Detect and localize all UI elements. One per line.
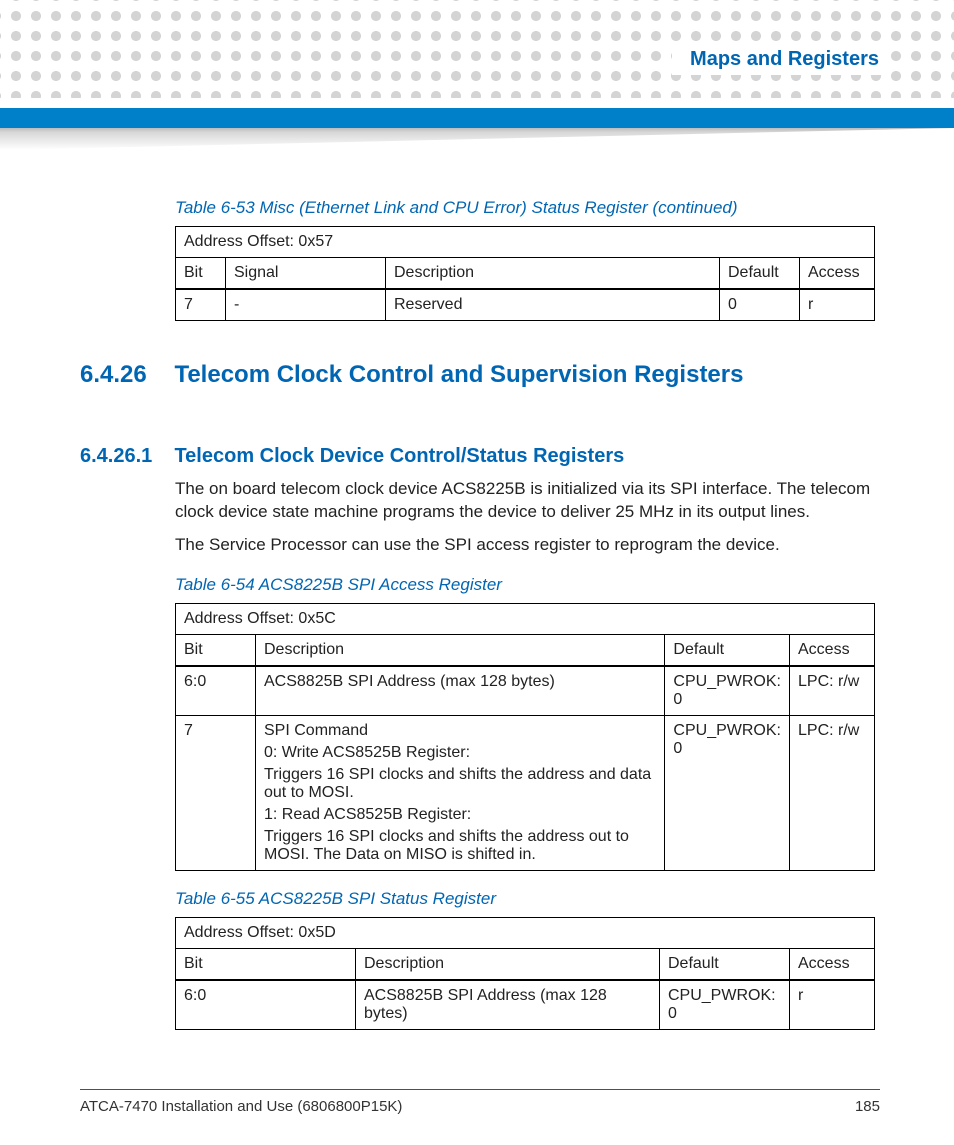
col-default: Default bbox=[665, 634, 790, 666]
col-desc: Description bbox=[356, 948, 660, 980]
table-53-offset: Address Offset: 0x57 bbox=[176, 227, 875, 258]
table-row: 6:0 ACS8825B SPI Address (max 128 bytes)… bbox=[176, 980, 875, 1030]
col-signal: Signal bbox=[226, 258, 386, 290]
page-content: Table 6-53 Misc (Ethernet Link and CPU E… bbox=[80, 180, 880, 1040]
col-access: Access bbox=[790, 634, 875, 666]
section-heading: 6.4.26 Telecom Clock Control and Supervi… bbox=[80, 361, 880, 389]
section-title: Telecom Clock Control and Supervision Re… bbox=[174, 361, 743, 389]
section-number: 6.4.26 bbox=[80, 361, 170, 389]
page-footer: ATCA-7470 Installation and Use (6806800P… bbox=[80, 1089, 880, 1115]
header-blue-bar bbox=[0, 108, 954, 128]
col-access: Access bbox=[800, 258, 875, 290]
header-gray-wedge bbox=[0, 128, 954, 150]
col-desc: Description bbox=[386, 258, 720, 290]
table-54: Address Offset: 0x5C Bit Description Def… bbox=[175, 603, 875, 871]
table-row: 7 - Reserved 0 r bbox=[176, 289, 875, 321]
subsection-heading: 6.4.26.1 Telecom Clock Device Control/St… bbox=[80, 445, 880, 468]
multi-line-desc: SPI Command 0: Write ACS8525B Register: … bbox=[256, 715, 665, 870]
chapter-title: Maps and Registers bbox=[690, 48, 879, 70]
col-bit: Bit bbox=[176, 948, 356, 980]
col-desc: Description bbox=[256, 634, 665, 666]
footer-doc-title: ATCA-7470 Installation and Use (6806800P… bbox=[80, 1098, 402, 1115]
body-paragraph: The Service Processor can use the SPI ac… bbox=[175, 534, 875, 557]
body-paragraph: The on board telecom clock device ACS822… bbox=[175, 478, 875, 524]
col-bit: Bit bbox=[176, 634, 256, 666]
footer-page-number: 185 bbox=[855, 1098, 880, 1115]
table-row: 7 SPI Command 0: Write ACS8525B Register… bbox=[176, 715, 875, 870]
table-54-caption: Table 6-54 ACS8225B SPI Access Register bbox=[175, 575, 880, 595]
col-bit: Bit bbox=[176, 258, 226, 290]
subsection-title: Telecom Clock Device Control/Status Regi… bbox=[174, 445, 624, 468]
col-default: Default bbox=[660, 948, 790, 980]
subsection-number: 6.4.26.1 bbox=[80, 445, 170, 468]
table-54-offset: Address Offset: 0x5C bbox=[176, 603, 875, 634]
col-access: Access bbox=[790, 948, 875, 980]
table-55-offset: Address Offset: 0x5D bbox=[176, 917, 875, 948]
col-default: Default bbox=[720, 258, 800, 290]
table-53: Address Offset: 0x57 Bit Signal Descript… bbox=[175, 226, 875, 321]
header-title-box: Maps and Registers bbox=[672, 44, 889, 75]
table-53-caption: Table 6-53 Misc (Ethernet Link and CPU E… bbox=[175, 198, 880, 218]
table-55-caption: Table 6-55 ACS8225B SPI Status Register bbox=[175, 889, 880, 909]
table-55: Address Offset: 0x5D Bit Description Def… bbox=[175, 917, 875, 1030]
table-row: 6:0 ACS8825B SPI Address (max 128 bytes)… bbox=[176, 666, 875, 716]
